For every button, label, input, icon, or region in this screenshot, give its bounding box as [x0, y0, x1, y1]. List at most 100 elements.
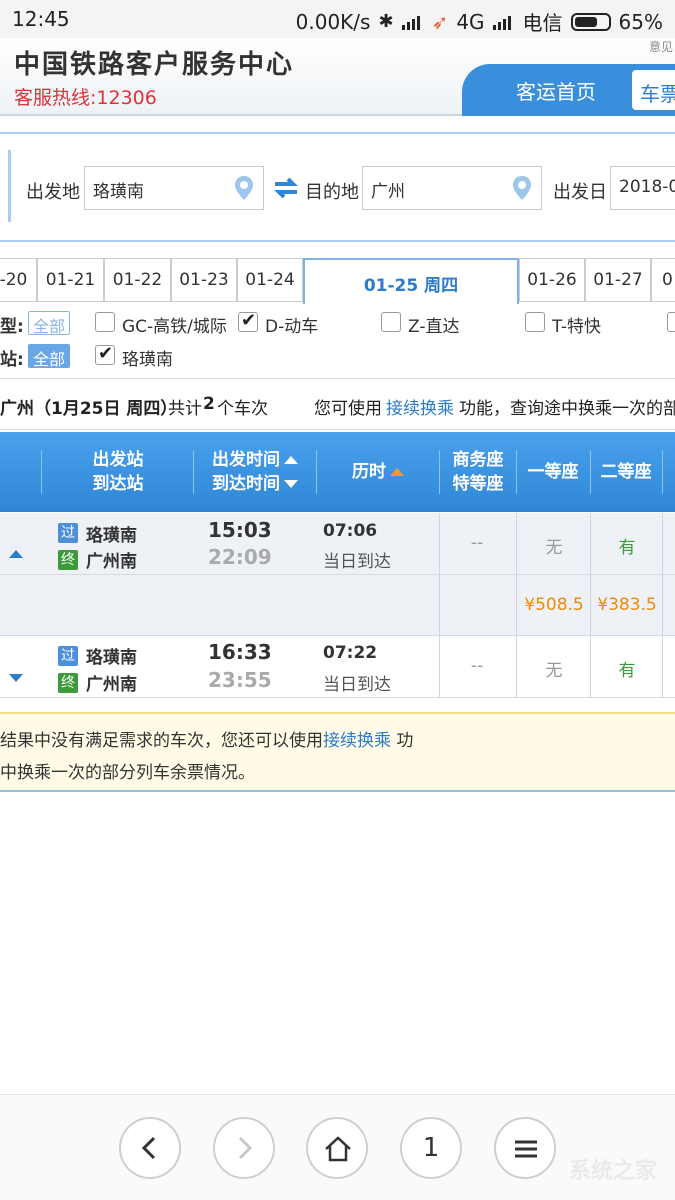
- back-arrow-icon: [141, 1136, 156, 1160]
- train-type-filter: 型: 全部 GC-高铁/城际 D-动车 Z-直达 T-特快: [0, 309, 675, 339]
- location-pin-icon[interactable]: [512, 175, 532, 201]
- train-row[interactable]: 过 珞璜南 终 广州南 15:03 22:09 07:06 当日到达 -- 无 …: [0, 513, 675, 575]
- first-seat-cell[interactable]: 无: [516, 513, 590, 574]
- first-seat: 无: [545, 538, 563, 558]
- site-title: 中国铁路客户服务中心: [14, 50, 295, 80]
- terminus-badge-icon: 终: [58, 673, 78, 693]
- business-seat-cell: --: [439, 636, 516, 697]
- transfer-link[interactable]: 接续换乘: [386, 394, 454, 419]
- col-business: 商务座 特等座: [440, 448, 516, 496]
- station-checkbox[interactable]: [95, 343, 115, 365]
- date-label: 出发日: [553, 182, 607, 203]
- bluetooth-icon: ✱: [378, 11, 394, 32]
- signal-icon: [401, 14, 424, 30]
- tab-count: 1: [422, 1133, 440, 1163]
- type-label-z: Z-直达: [408, 317, 460, 337]
- signal-icon-2: [492, 14, 515, 30]
- station-all-button[interactable]: 全部: [28, 344, 71, 369]
- col-first-class: 一等座: [527, 462, 579, 482]
- station-filter-label: 站:: [0, 350, 24, 370]
- collapse-arrow-icon[interactable]: [9, 550, 23, 558]
- arrive-day: 当日到达: [323, 552, 391, 572]
- date-tab[interactable]: 01-21: [37, 258, 104, 302]
- nav-ticket-tab[interactable]: 车票: [632, 70, 675, 110]
- date-tabs: -20 01-21 01-22 01-23 01-24 01-25 周四 01-…: [0, 258, 675, 304]
- pass-badge-icon: 过: [58, 523, 78, 543]
- date-tab[interactable]: 01-23: [171, 258, 237, 302]
- tip-suffix: 功能，查询途中换乘一次的部: [459, 399, 675, 419]
- forward-arrow-icon: [238, 1136, 253, 1160]
- back-button[interactable]: [119, 1117, 181, 1179]
- col-duration[interactable]: 历时: [318, 460, 438, 484]
- swap-icon[interactable]: [273, 176, 299, 200]
- rocket-icon: ➶: [431, 9, 449, 34]
- arrive-time: 22:09: [208, 545, 272, 569]
- type-filter-label: 型:: [0, 317, 24, 337]
- location-pin-icon[interactable]: [234, 175, 254, 201]
- second-seat-cell[interactable]: 有: [590, 513, 662, 574]
- watermark-text: 系统之家: [568, 1159, 657, 1184]
- type-checkbox-z[interactable]: [381, 312, 401, 332]
- arrive-day: 当日到达: [323, 675, 391, 695]
- price-second: ¥383.5: [597, 595, 657, 615]
- tabs-button[interactable]: 1: [400, 1117, 462, 1179]
- type-checkbox-gc[interactable]: [95, 312, 115, 332]
- notice-transfer-link[interactable]: 接续换乘: [323, 731, 391, 751]
- date-field[interactable]: 2018-0: [610, 166, 675, 210]
- date-tab[interactable]: -20: [0, 258, 37, 302]
- duration: 07:22: [323, 643, 378, 663]
- battery-icon: [570, 12, 611, 31]
- col-to-station: 到达站: [92, 474, 144, 494]
- date-tab[interactable]: 0: [651, 258, 675, 302]
- type-checkbox-t[interactable]: [525, 312, 545, 332]
- date-tab[interactable]: 01-22: [104, 258, 171, 302]
- station-filter: 站: 全部 珞璜南: [0, 342, 675, 372]
- arrive-time: 23:55: [208, 668, 272, 692]
- date-tab[interactable]: 01-27: [585, 258, 651, 302]
- date-tab-active[interactable]: 01-25 周四: [303, 258, 519, 304]
- nav-home-link[interactable]: 客运首页: [516, 76, 596, 105]
- date-tab[interactable]: 01-26: [519, 258, 585, 302]
- sort-active-icon: [390, 468, 404, 476]
- type-label-gc: GC-高铁/城际: [122, 317, 227, 337]
- results-table-header: 出发站 到达站 出发时间 到达时间 历时 商务座 特等座 一等座 二等座: [0, 432, 675, 512]
- type-label-d: D-动车: [265, 317, 319, 337]
- expand-arrow-icon[interactable]: [9, 674, 23, 682]
- to-station: 广州南: [86, 675, 137, 695]
- col-times[interactable]: 出发时间 到达时间: [195, 448, 315, 496]
- result-summary: 广州（1月25日 周四） 共计 2 个车次 您可使用 接续换乘 功能，查询途中换…: [0, 378, 675, 430]
- network-speed: 0.00K/s: [295, 9, 371, 34]
- business-seat-cell: --: [439, 513, 516, 574]
- to-station: 广州南: [86, 552, 137, 572]
- status-time: 12:45: [12, 7, 70, 31]
- terminus-badge-icon: 终: [58, 550, 78, 570]
- type-all-button[interactable]: 全部: [28, 311, 71, 336]
- type-checkbox-more[interactable]: [667, 312, 675, 332]
- sort-asc-icon: [284, 456, 298, 464]
- date-tab[interactable]: 01-24: [237, 258, 303, 302]
- forward-button[interactable]: [213, 1117, 275, 1179]
- home-button[interactable]: [306, 1117, 368, 1179]
- train-count: 2: [203, 394, 215, 414]
- business-seat: --: [470, 533, 484, 553]
- route-date: 广州（1月25日 周四）: [0, 399, 178, 419]
- station-label: 珞璜南: [122, 350, 173, 370]
- hotline-text: 客服热线:12306: [14, 87, 157, 109]
- type-label-t: T-特快: [552, 317, 601, 337]
- second-seat: 有: [618, 661, 636, 681]
- feedback-link[interactable]: 意见: [649, 38, 673, 55]
- col-special-label: 特等座: [452, 474, 504, 494]
- col-stations[interactable]: 出发站 到达站: [60, 448, 176, 496]
- col-from-station: 出发站: [92, 450, 144, 470]
- count-suffix: 个车次: [217, 399, 268, 419]
- train-row[interactable]: 过 珞璜南 终 广州南 16:33 23:55 07:22 当日到达 -- 无 …: [0, 636, 675, 698]
- first-seat-cell[interactable]: 无: [516, 636, 590, 697]
- menu-button[interactable]: [494, 1117, 556, 1179]
- duration: 07:06: [323, 521, 378, 541]
- type-checkbox-d[interactable]: [238, 310, 258, 332]
- from-station: 珞璜南: [86, 526, 137, 546]
- pass-badge-icon: 过: [58, 646, 78, 666]
- price-row: ¥508.5 ¥383.5: [0, 575, 675, 636]
- second-seat-cell[interactable]: 有: [590, 636, 662, 697]
- panel-accent-bar: [8, 150, 11, 222]
